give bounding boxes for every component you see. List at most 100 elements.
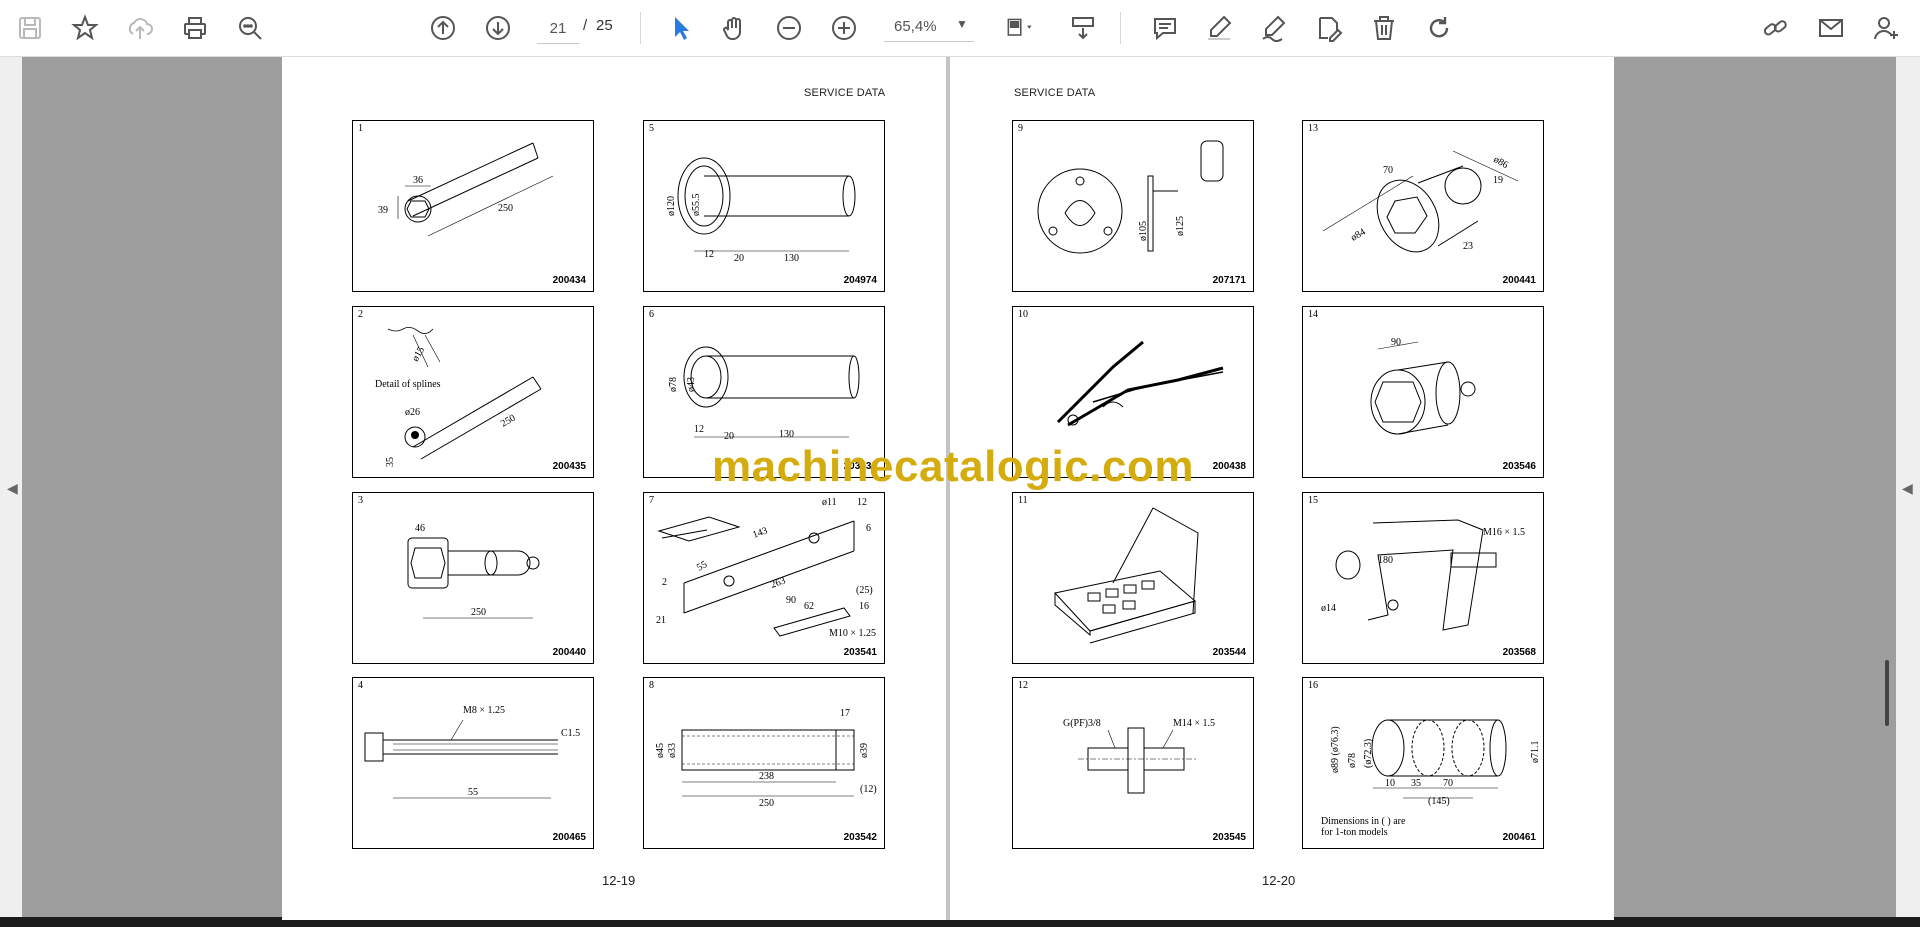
page-footer: 12-19 (602, 873, 636, 888)
tool-figure: 8 17 ø45 ø33 ø39 238 250 (12) 203542 (643, 677, 885, 849)
tool-drawing (1054, 507, 1199, 644)
expand-right-icon[interactable]: ◀ (1902, 480, 1913, 497)
tool-figure: 15 M16 × 1.5 180 ø14 203568 (1302, 492, 1544, 664)
dim-label: 23 (1463, 241, 1473, 252)
select-cursor-icon[interactable] (662, 10, 698, 46)
scroll-mode-icon[interactable] (1065, 10, 1101, 46)
hand-tool-icon[interactable] (716, 10, 752, 46)
dim-label: 36 (413, 175, 423, 186)
upload-cloud-icon[interactable] (122, 10, 158, 46)
dim-label: 39 (378, 205, 388, 216)
save-icon[interactable] (12, 10, 48, 46)
dim-label: ø55.5 (691, 194, 702, 217)
dim-label: (12) (860, 784, 877, 795)
dim-label: 20 (724, 431, 734, 442)
zoom-value: 65,4% (894, 18, 937, 35)
dim-label: M8 × 1.25 (463, 705, 505, 716)
sign-icon[interactable] (1311, 10, 1347, 46)
zoom-search-icon[interactable] (232, 10, 268, 46)
dim-label: ø33 (667, 743, 678, 758)
dim-label: 70 (1443, 778, 1453, 789)
tool-figure: 1 36 39 250 200434 (352, 120, 594, 292)
dim-label: ø105 (1138, 221, 1149, 241)
zoom-out-icon[interactable] (771, 10, 807, 46)
dim-label: ø15 (410, 345, 427, 363)
page-number-input[interactable] (537, 13, 579, 44)
part-code: 207171 (1212, 275, 1246, 286)
page-up-icon[interactable] (425, 10, 461, 46)
part-code: 203544 (1212, 647, 1246, 658)
tool-figure: 14 90 203546 (1302, 306, 1544, 478)
detail-label: Detail of splines (375, 379, 441, 390)
dim-label: 16 (859, 601, 869, 612)
part-code: 203546 (1502, 461, 1536, 472)
dim-label: 35 (385, 457, 396, 467)
part-code: 200434 (552, 275, 586, 286)
dim-label: M16 × 1.5 (1483, 527, 1525, 538)
bookmark-star-icon[interactable] (67, 10, 103, 46)
dim-label: ø71.1 (1530, 741, 1541, 764)
rotate-icon[interactable] (1421, 10, 1457, 46)
dim-label: 250 (759, 798, 774, 809)
dim-label: 20 (734, 253, 744, 264)
toolbar: / 25 65,4% ▼ (0, 0, 1920, 57)
tool-drawing: Detail of splines ø26 35 250 ø15 (375, 327, 542, 467)
dim-label: 62 (804, 601, 814, 612)
tool-figure: 3 46 250 200440 (352, 492, 594, 664)
dim-label: G(PF)3/8 (1063, 718, 1101, 729)
tool-figure: 9 ø105 ø125 207171 (1012, 120, 1254, 292)
expand-left-icon[interactable]: ◀ (7, 480, 18, 497)
part-code: 203541 (843, 647, 877, 658)
dim-label: ø84 (1349, 227, 1367, 244)
tool-drawing: 46 250 (407, 523, 540, 619)
scrollbar-track[interactable] (1878, 57, 1896, 917)
dim-label: 2 (662, 577, 667, 588)
part-code: 203568 (1502, 647, 1536, 658)
dim-label: ø89 (ø76.3) (1330, 726, 1341, 773)
dim-label: ø125 (1175, 216, 1186, 236)
tool-figure: 2 Detail of splines ø26 35 250 ø15 20043… (352, 306, 594, 478)
tool-drawing: ø120 ø55.5 12 20 130 (666, 157, 856, 264)
tool-figure: 11 203544 (1012, 492, 1254, 664)
tool-drawing: M8 × 1.25 C1.5 55 (364, 705, 580, 799)
comment-icon[interactable] (1147, 10, 1183, 46)
part-code: 200438 (1212, 461, 1246, 472)
draw-icon[interactable] (1256, 10, 1292, 46)
dim-label: (145) (1428, 796, 1450, 807)
highlight-pen-icon[interactable] (1201, 10, 1237, 46)
dim-label: 90 (1391, 337, 1401, 348)
link-icon[interactable] (1757, 10, 1793, 46)
part-code: 203545 (1212, 832, 1246, 843)
dim-label: 90 (786, 595, 796, 606)
dim-label: 70 (1383, 165, 1393, 176)
scrollbar-thumb[interactable] (1885, 660, 1889, 726)
dim-label: 35 (1411, 778, 1421, 789)
tool-figure: 5 ø120 ø55.5 12 20 130 204974 (643, 120, 885, 292)
tool-drawing: ø89 (ø76.3) ø78 (ø72.3) ø71.1 10 35 70 (… (1321, 719, 1541, 838)
toolbar-divider (1120, 12, 1121, 44)
dim-label: 12 (694, 424, 704, 435)
dim-label: ø120 (666, 196, 677, 216)
dim-label: 21 (656, 615, 666, 626)
page-down-icon[interactable] (480, 10, 516, 46)
dim-label: 55 (695, 559, 709, 574)
page-total: 25 (596, 17, 613, 34)
page-fit-icon[interactable] (997, 10, 1043, 46)
tool-drawing: 90 (1370, 337, 1476, 435)
dim-label: 130 (784, 253, 799, 264)
zoom-select[interactable]: 65,4% ▼ (884, 13, 974, 42)
dim-label: 143 (751, 525, 769, 540)
dim-label: 55 (468, 787, 478, 798)
zoom-in-icon[interactable] (826, 10, 862, 46)
print-icon[interactable] (177, 10, 213, 46)
toolbar-divider (640, 12, 641, 44)
delete-icon[interactable] (1366, 10, 1402, 46)
part-code: 200435 (552, 461, 586, 472)
dim-label: 12 (857, 497, 867, 508)
dim-label: 17 (840, 708, 850, 719)
page-footer: 12-20 (1262, 873, 1296, 888)
tool-figure: 7 ø11 12 6 55 143 263 2 21 (25) 16 90 62… (643, 492, 885, 664)
tool-drawing: 70 ø86 19 ø84 23 (1322, 150, 1519, 253)
mail-icon[interactable] (1813, 10, 1849, 46)
add-user-icon[interactable] (1868, 10, 1904, 46)
